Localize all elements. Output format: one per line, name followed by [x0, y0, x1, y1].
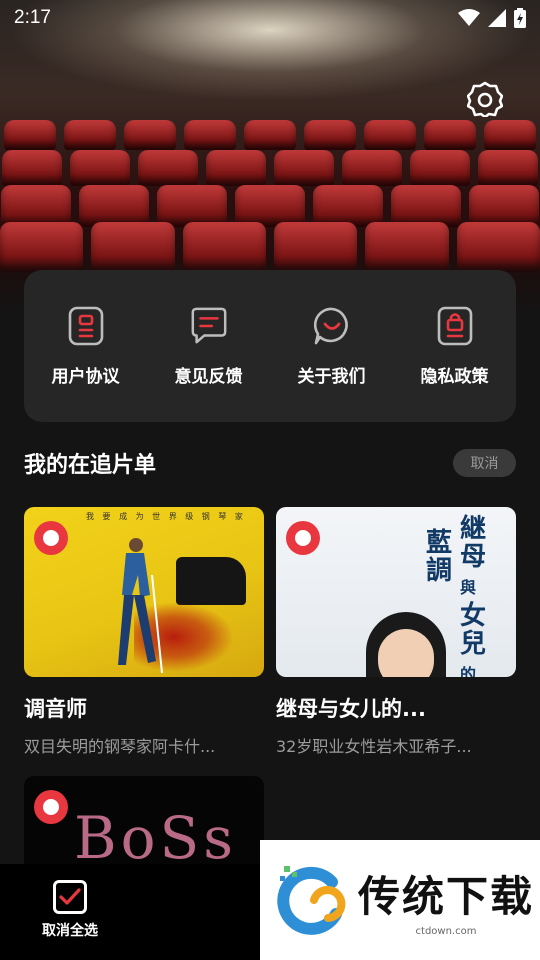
menu-item-privacy-policy[interactable]: 隐私政策	[400, 306, 510, 387]
watermark-url: ctdown.com	[415, 926, 477, 937]
deselect-all-label: 取消全选	[42, 923, 98, 939]
battery-charging-icon	[514, 8, 526, 28]
card-description: 双目失明的钢琴家阿卡什...	[24, 737, 216, 756]
cancel-button[interactable]: 取消	[453, 449, 516, 477]
watchlist-item[interactable]: 藍調 継母 與 女兒 的 继母与女儿的... 32岁职业女性岩木亚希子...	[276, 507, 516, 757]
poster-text: 的	[460, 665, 477, 677]
selected-checkmark[interactable]	[34, 521, 68, 555]
poster-text: BoSs	[74, 804, 238, 872]
watermark-logo-icon	[277, 866, 346, 935]
poster-image: 藍調 継母 與 女兒 的	[276, 507, 516, 677]
watermark-brand: 传统下载	[358, 872, 535, 921]
menu-item-user-agreement[interactable]: 用户协议	[31, 306, 141, 387]
watchlist-title: 我的在追片单	[24, 453, 157, 478]
menu-item-about-us[interactable]: 关于我们	[277, 306, 387, 387]
card-title: 调音师	[24, 697, 87, 721]
header-banner-image	[0, 0, 540, 315]
wifi-icon	[458, 9, 480, 26]
signal-icon	[488, 9, 506, 27]
menu-item-label: 隐私政策	[420, 366, 489, 387]
watchlist-item[interactable]: BoSs	[24, 776, 264, 876]
menu-item-label: 用户协议	[51, 366, 120, 387]
about-smile-icon	[312, 306, 352, 346]
poster-text: 藍調	[426, 528, 453, 586]
watchlist-item[interactable]: 我 要 成 为 世 界 级 钢 琴 家 调音师 双目失明的钢琴家阿卡什...	[24, 507, 264, 757]
poster-text: 與	[460, 578, 477, 597]
gear-icon	[467, 81, 503, 117]
watermark-overlay: 传统下载 ctdown.com	[260, 840, 540, 960]
card-title: 继母与女儿的...	[276, 697, 426, 721]
menu-card: 用户协议 意见反馈 关于我们 隐私政策	[24, 270, 516, 422]
feedback-message-icon	[189, 306, 229, 346]
settings-button[interactable]	[466, 80, 504, 118]
card-description: 32岁职业女性岩木亚希子...	[276, 737, 472, 756]
privacy-lock-icon	[435, 306, 475, 346]
poster-text: 継母	[460, 514, 487, 572]
menu-item-feedback[interactable]: 意见反馈	[154, 306, 264, 387]
checkbox-checked-icon	[53, 880, 87, 914]
menu-item-label: 意见反馈	[174, 366, 243, 387]
status-time: 2:17	[14, 7, 51, 28]
menu-item-label: 关于我们	[297, 366, 366, 387]
status-bar: 2:17	[0, 0, 540, 36]
selected-checkmark[interactable]	[34, 790, 68, 824]
selected-checkmark[interactable]	[286, 521, 320, 555]
poster-image: BoSs	[24, 776, 264, 876]
deselect-all-button[interactable]: 取消全选	[38, 880, 102, 940]
user-agreement-icon	[66, 306, 106, 346]
poster-text: 我 要 成 为 世 界 级 钢 琴 家	[86, 512, 246, 521]
poster-text: 女兒	[460, 601, 487, 659]
poster-image: 我 要 成 为 世 界 级 钢 琴 家	[24, 507, 264, 677]
